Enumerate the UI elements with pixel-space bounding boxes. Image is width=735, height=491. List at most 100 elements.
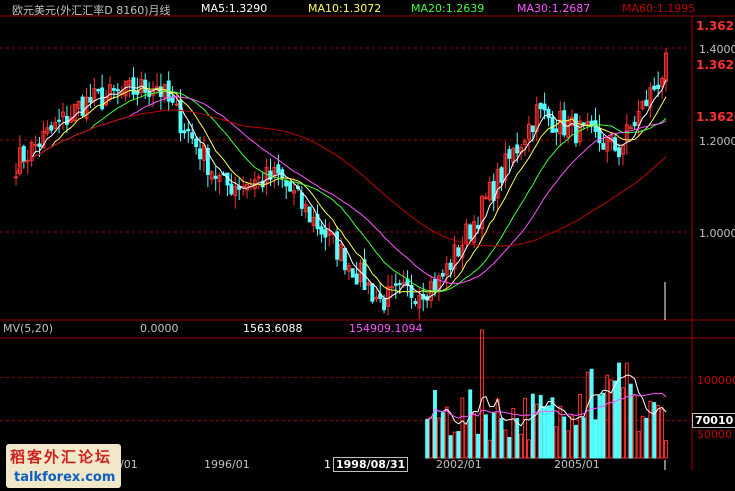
volume-bar [538,394,543,459]
candle-body [21,146,26,163]
price-tick-1.2: 1.2000 [699,135,735,148]
candle-body [542,103,547,111]
candle-body [370,283,375,302]
candle-body [49,125,54,131]
volume-tick-50000: 50000 [697,428,732,441]
candle-body [389,286,394,289]
volume-bar [613,380,618,459]
volume-bar [429,416,434,459]
volume-bar [483,414,488,459]
x-cursor-prefix: 1 [324,458,331,471]
volume-bar [507,437,512,459]
candle-body [307,206,312,223]
candle-body [656,84,661,90]
price-highlight-low: 1.3620 [696,110,735,124]
x-cursor-date: 1998/08/31 [333,457,409,472]
volume-bar [652,402,657,459]
candle-body [617,147,621,158]
candle-body [284,180,289,187]
candle-body [88,97,93,103]
ma5-value: MA5:1.3290 [201,2,268,15]
candle-body [507,149,512,159]
volume-bar [499,418,504,459]
x-tick-1996: 1996/01 [204,458,250,471]
ma5-line [15,79,667,300]
volume-bar [640,415,645,459]
x-tick-2002: 2002/01 [436,458,482,471]
volume-bar [519,433,524,459]
volume-bar [573,424,578,459]
volume-bar [644,417,649,459]
volume-bar [452,431,457,459]
candle-body [143,79,148,93]
candle-body [115,89,120,92]
candle-body [229,183,234,195]
volume-bar [503,429,508,459]
candle-body [413,301,418,304]
watermark-logo: 稻客外汇论坛 talkforex.com [6,444,121,488]
candle-body [319,226,324,235]
watermark-line2: talkforex.com [14,470,116,485]
candle-body [174,103,179,106]
candle-body [601,143,606,150]
volume-bar [491,412,496,459]
candle-body [37,143,42,148]
ma60-value: MA60:1.1995 [622,2,696,15]
volume-bar [617,362,621,459]
volume-bar [530,393,535,459]
candle-body [652,85,657,90]
volume-bar [511,407,516,459]
volume-bar [554,426,559,459]
candle-body [57,119,62,122]
price-highlight-top: 1.3629 [696,19,735,33]
candle-body [335,231,340,260]
volume-bar [605,374,610,459]
candle-body [276,164,281,174]
volume-bar [476,433,480,459]
candle-body [194,138,199,147]
volume-bar [468,389,473,459]
volume-bar [527,439,531,459]
volume-value-3: 154909.1094 [349,322,423,335]
candle-body [632,121,637,127]
volume-bar [487,439,492,459]
candle-body [644,99,649,106]
candle-body [299,192,304,209]
volume-bar [433,390,437,459]
volume-tick-100000: 100000 [697,374,735,387]
volume-bar [464,423,469,459]
volume-value-1: 0.0000 [140,322,179,335]
volume-bar [577,394,582,459]
candle-body [573,113,578,144]
candle-body [499,167,504,183]
candle-body [14,176,18,179]
candle-body [538,102,543,110]
candle-body [288,181,293,192]
volume-bar [515,418,520,459]
volume-bar [480,329,484,459]
ma20-value: MA20:1.2639 [411,2,485,15]
candle-body [456,247,461,257]
volume-current-box: 70010 [692,413,735,428]
volume-bar [632,394,637,459]
volume-indicator-name: MV(5,20) [3,322,54,335]
candle-body [397,283,402,286]
candle-body [96,88,101,92]
candle-body [256,176,261,179]
volume-bar [425,418,430,459]
candle-body [393,283,398,286]
volume-bar [566,430,571,459]
volume-bar [585,371,590,459]
candle-body [382,298,387,311]
volume-bar [589,368,594,459]
volume-bar [636,431,641,459]
candle-body [433,279,437,292]
volume-bar [550,397,555,459]
volume-bar [436,417,441,459]
price-highlight-mid: 1.3620 [696,58,735,72]
candle-body [581,122,586,125]
volume-bar [456,430,461,459]
volume-bar [546,405,551,459]
candle-body [213,175,218,179]
volume-bar [444,406,449,459]
